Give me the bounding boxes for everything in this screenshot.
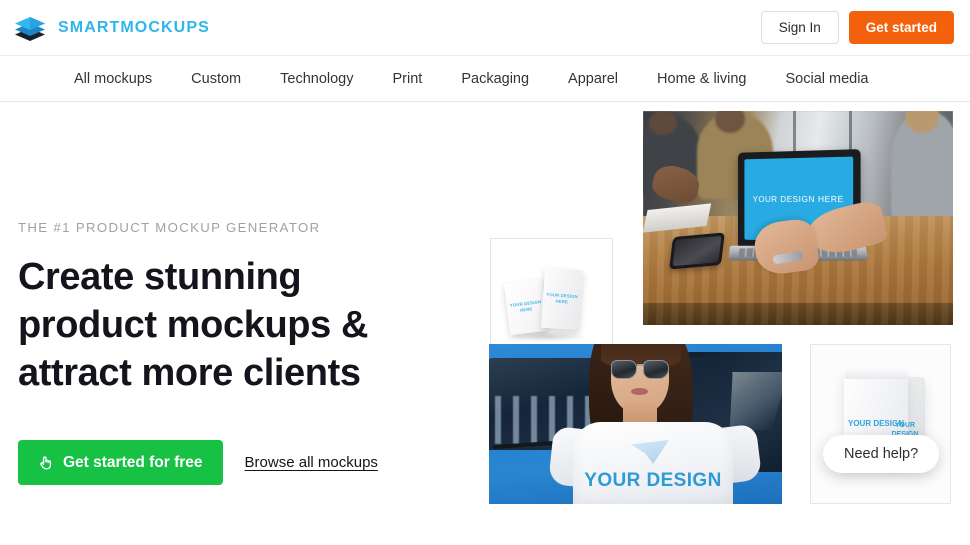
get-started-for-free-button[interactable]: Get started for free: [18, 440, 223, 485]
nav-item-apparel[interactable]: Apparel: [568, 71, 618, 87]
laptop-mockup-card[interactable]: YOUR DESIGN HERE: [643, 111, 953, 325]
tshirt-scene: YOUR DESIGN: [489, 344, 782, 504]
header-actions: Sign In Get started: [760, 10, 954, 45]
business-card-back-text: YOUR DESIGN HERE: [546, 291, 579, 305]
get-started-for-free-label: Get started for free: [63, 453, 203, 471]
tshirt-print-text: YOUR DESIGN: [584, 470, 722, 491]
smartphone: [669, 232, 725, 270]
brand-logo[interactable]: SMARTMOCKUPS: [12, 13, 210, 43]
need-help-chat-button[interactable]: Need help?: [823, 435, 940, 473]
pouch-bag-top-seal: [845, 365, 907, 379]
hero-copy: THE #1 PRODUCT MOCKUP GENERATOR Create s…: [0, 102, 470, 545]
pouch-scene: YOUR DESIGN YOUR DESIGN: [811, 345, 950, 503]
nav-item-custom[interactable]: Custom: [191, 71, 241, 87]
layers-stack-icon: [12, 13, 48, 43]
business-card-front-text: YOUR DESIGN HERE: [509, 299, 542, 313]
sunglasses-icon: [611, 360, 671, 380]
sign-in-button[interactable]: Sign In: [760, 10, 839, 45]
background-person-head: [649, 111, 677, 135]
pouch-front-label-text: YOUR DESIGN: [847, 419, 904, 428]
brand-name: SMARTMOCKUPS: [58, 18, 210, 36]
nav-item-technology[interactable]: Technology: [280, 71, 353, 87]
page-title: Create stunning product mockups & attrac…: [18, 256, 369, 394]
hero-gallery: YOUR DESIGN HERE YOUR DESIGN HERE YOUR D…: [470, 102, 970, 545]
nav-item-social-media[interactable]: Social media: [785, 71, 868, 87]
model-lips: [631, 388, 648, 395]
get-started-button[interactable]: Get started: [848, 10, 954, 45]
nav-item-packaging[interactable]: Packaging: [461, 71, 529, 87]
business-card-back: YOUR DESIGN HERE: [540, 267, 584, 331]
nav-item-print[interactable]: Print: [393, 71, 423, 87]
pouch-mockup-card[interactable]: YOUR DESIGN YOUR DESIGN Need help?: [810, 344, 951, 504]
tshirt-mockup-card[interactable]: YOUR DESIGN: [489, 344, 782, 504]
hero-section: THE #1 PRODUCT MOCKUP GENERATOR Create s…: [0, 102, 970, 545]
hero-cta-row: Get started for free Browse all mockups: [18, 440, 470, 485]
laptop-scene: YOUR DESIGN HERE: [643, 111, 953, 325]
category-nav: All mockups Custom Technology Print Pack…: [0, 55, 970, 102]
nav-item-all-mockups[interactable]: All mockups: [74, 71, 152, 87]
browse-all-mockups-link[interactable]: Browse all mockups: [245, 454, 378, 471]
nav-item-home-living[interactable]: Home & living: [657, 71, 746, 87]
laptop-screen-text: YOUR DESIGN HERE: [752, 193, 844, 204]
pointer-cursor-icon: [38, 455, 54, 471]
hero-eyebrow: THE #1 PRODUCT MOCKUP GENERATOR: [18, 220, 321, 235]
top-header-bar: SMARTMOCKUPS Sign In Get started: [0, 0, 970, 55]
